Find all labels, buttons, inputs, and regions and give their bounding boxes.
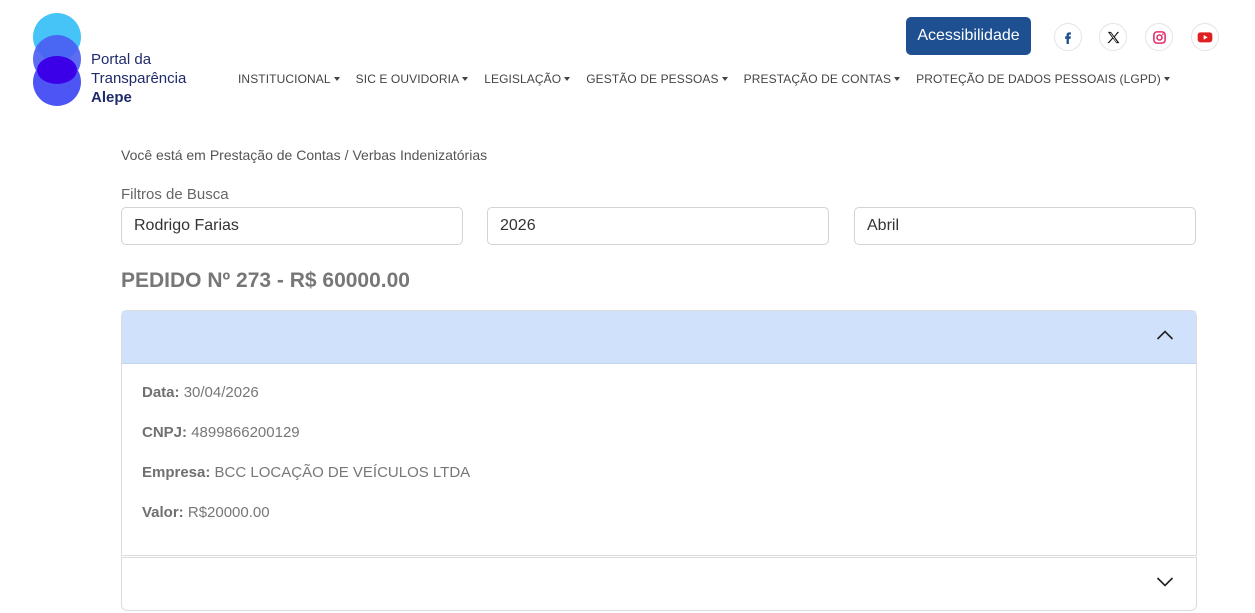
year-filter-select[interactable]: 2026	[487, 207, 829, 245]
facebook-icon	[1065, 32, 1071, 44]
youtube-link[interactable]	[1191, 23, 1219, 51]
instagram-link[interactable]	[1145, 23, 1173, 51]
nav-label: PROTEÇÃO DE DADOS PESSOAIS (LGPD)	[916, 72, 1161, 86]
main-nav: INSTITUCIONAL SIC E OUVIDORIA LEGISLAÇÃO…	[238, 72, 1170, 86]
accessibility-button[interactable]: Acessibilidade	[906, 17, 1031, 55]
youtube-icon	[1197, 32, 1213, 43]
nav-label: INSTITUCIONAL	[238, 72, 331, 86]
instagram-icon	[1152, 30, 1166, 44]
breadcrumb-prefix: Você está em	[121, 147, 206, 163]
cnpj-label: CNPJ:	[142, 424, 188, 441]
logo-line-1: Portal da	[91, 51, 152, 68]
accordion-header[interactable]	[122, 311, 1196, 364]
logo-line-2: Transparência	[91, 70, 187, 87]
logo-circles-icon	[33, 13, 81, 106]
date-label: Data:	[142, 384, 180, 401]
caret-down-icon	[721, 76, 728, 81]
caret-down-icon	[1163, 76, 1170, 81]
breadcrumb: Você está em Prestação de Contas / Verbas I…	[121, 147, 491, 163]
caret-down-icon	[462, 76, 469, 81]
cnpj-field: CNPJ: 4899866200129	[142, 424, 1176, 443]
x-link[interactable]	[1099, 23, 1127, 51]
value-field: Valor: R$20000.00	[142, 504, 1176, 523]
nav-item-lgpd[interactable]: PROTEÇÃO DE DADOS PESSOAIS (LGPD)	[916, 72, 1170, 86]
order-title: PEDIDO Nº 273 - R$ 60000.00	[121, 269, 410, 292]
nav-item-sic-ouvidoria[interactable]: SIC E OUVIDORIA	[356, 72, 469, 86]
cnpj-value: 4899866200129	[191, 424, 300, 441]
nav-label: SIC E OUVIDORIA	[355, 72, 460, 86]
logo-text: Portal da Transparência Alepe	[91, 50, 186, 107]
logo-line-3: Alepe	[91, 89, 132, 106]
breadcrumb-current: Verbas Indenizatórias	[352, 147, 488, 163]
order-item-accordion-collapsed[interactable]	[121, 557, 1197, 611]
nav-item-prestacao-contas[interactable]: PRESTAÇÃO DE CONTAS	[743, 72, 901, 86]
nav-item-institucional[interactable]: INSTITUCIONAL	[238, 72, 340, 86]
chevron-up-icon	[1156, 330, 1174, 340]
nav-item-gestao-pessoas[interactable]: GESTÃO DE PESSOAS	[586, 72, 728, 86]
company-value: BCC LOCAÇÃO DE VEÍCULOS LTDA	[214, 464, 471, 481]
nav-label: LEGISLAÇÃO	[484, 72, 562, 86]
order-item-accordion: Data: 30/04/2026 CNPJ: 4899866200129 Emp…	[121, 310, 1197, 556]
value-label: Valor:	[142, 504, 184, 521]
company-label: Empresa:	[142, 464, 211, 481]
nav-label: PRESTAÇÃO DE CONTAS	[743, 72, 892, 86]
filters-title: Filtros de Busca	[121, 186, 229, 203]
date-field: Data: 30/04/2026	[142, 384, 1176, 403]
date-value: 30/04/2026	[183, 384, 259, 401]
month-filter-select[interactable]: Abril	[854, 207, 1196, 245]
caret-down-icon	[564, 76, 571, 81]
value-amount: R$20000.00	[187, 504, 270, 521]
accordion-body: Data: 30/04/2026 CNPJ: 4899866200129 Emp…	[122, 364, 1196, 523]
breadcrumb-separator: /	[344, 147, 349, 163]
caret-down-icon	[894, 76, 901, 81]
breadcrumb-section-link[interactable]: Prestação de Contas	[210, 147, 341, 163]
chevron-down-icon	[1156, 577, 1174, 587]
x-icon	[1106, 31, 1119, 43]
company-field: Empresa: BCC LOCAÇÃO DE VEÍCULOS LTDA	[142, 464, 1176, 483]
name-filter-select[interactable]: Rodrigo Farias	[121, 207, 463, 245]
nav-label: GESTÃO DE PESSOAS	[586, 72, 719, 86]
nav-item-legislacao[interactable]: LEGISLAÇÃO	[484, 72, 571, 86]
alepe-logo[interactable]: Portal da Transparência Alepe	[32, 12, 202, 108]
facebook-link[interactable]	[1054, 23, 1082, 51]
caret-down-icon	[333, 76, 340, 81]
